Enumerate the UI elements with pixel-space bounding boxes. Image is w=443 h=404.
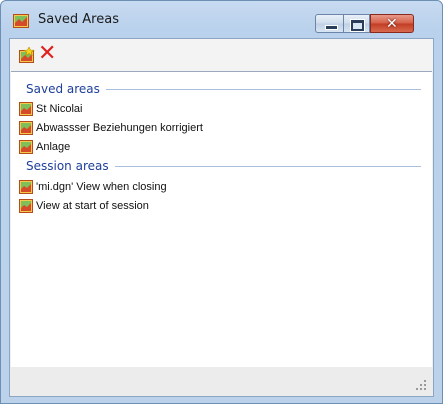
list-item[interactable]: Anlage: [19, 138, 70, 156]
group-title: Session areas: [26, 159, 109, 173]
list-item[interactable]: 'mi.dgn' View when closing: [19, 178, 167, 196]
divider: [105, 88, 421, 90]
minimize-button[interactable]: [315, 14, 344, 33]
area-icon: [19, 140, 33, 154]
list-item[interactable]: St Nicolai: [19, 100, 82, 118]
area-icon: [19, 180, 33, 194]
list-item[interactable]: Abwassser Beziehungen korrigiert: [19, 119, 203, 137]
client-area: ✕ Saved areas St Nicolai Abwassser Bezie…: [9, 38, 434, 397]
minimize-icon: [325, 25, 338, 30]
saved-area-icon: [13, 14, 29, 28]
item-label: St Nicolai: [36, 103, 83, 115]
group-title: Saved areas: [26, 82, 100, 96]
list-item[interactable]: View at start of session: [19, 197, 149, 215]
close-button[interactable]: ✕: [370, 14, 414, 33]
save-area-icon[interactable]: [19, 47, 35, 63]
item-label: Anlage: [36, 141, 71, 153]
item-label: 'mi.dgn' View when closing: [36, 181, 167, 193]
item-label: Abwassser Beziehungen korrigiert: [36, 122, 203, 134]
divider: [114, 165, 421, 167]
window-title: Saved Areas: [38, 12, 119, 27]
areas-list: Saved areas St Nicolai Abwassser Beziehu…: [11, 71, 432, 368]
delete-icon[interactable]: ✕: [38, 43, 56, 65]
toolbar: ✕: [10, 39, 433, 71]
close-icon: ✕: [386, 16, 398, 32]
group-header-saved: Saved areas: [26, 81, 421, 97]
maximize-button[interactable]: [344, 14, 370, 33]
title-bar[interactable]: Saved Areas ✕: [1, 1, 442, 37]
area-icon: [19, 199, 33, 213]
area-icon: [19, 102, 33, 116]
status-bar: [10, 367, 433, 396]
item-label: View at start of session: [36, 200, 149, 212]
saved-areas-window: Saved Areas ✕ ✕ Saved areas St Nicolai A…: [0, 0, 443, 404]
group-header-session: Session areas: [26, 158, 421, 174]
area-icon: [19, 121, 33, 135]
maximize-icon: [351, 20, 364, 31]
resize-grip-icon[interactable]: [415, 379, 427, 391]
